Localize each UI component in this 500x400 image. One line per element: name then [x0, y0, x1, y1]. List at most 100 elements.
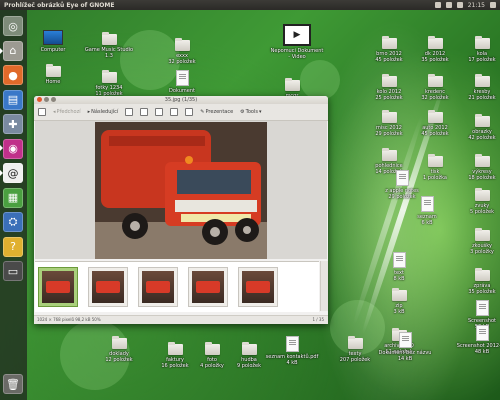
image-viewer-window: 35.jpg (1/35) ◂ Předchozí ▸ Následující ✎ P…	[34, 96, 328, 324]
ubuntu-help-button[interactable]: ?	[3, 236, 23, 257]
desktop-icon-home[interactable]: Home	[26, 64, 80, 85]
desktop-icon-label: dk 2012 35 položek	[421, 51, 449, 63]
next-button[interactable]: ▸ Následující	[86, 106, 121, 118]
desktop-icon-r6-a[interactable]: seznam 6 kB	[400, 196, 454, 226]
image-display-area[interactable]	[35, 121, 327, 259]
previous-button[interactable]: ◂ Předchozí	[51, 106, 83, 118]
network-icon[interactable]	[434, 2, 441, 8]
desktop-icon-exxx[interactable]: exxx 32 položek	[155, 38, 209, 65]
tools-button[interactable]: ⚙ Tools ▾	[238, 106, 263, 118]
dash-home-button[interactable]: ◎	[3, 16, 23, 36]
best-fit-button[interactable]	[153, 106, 165, 118]
rotate-right-button[interactable]	[183, 106, 195, 118]
running-app-indicator	[0, 170, 3, 176]
desktop-icon-computer[interactable]: Computer	[26, 30, 80, 53]
desktop-icon-r2-c[interactable]: kresby 21 položek	[455, 74, 500, 101]
maximize-button[interactable]	[51, 97, 56, 102]
computer-icon	[43, 30, 63, 45]
previous-label: Předchozí	[56, 109, 81, 115]
thumbnail[interactable]	[138, 267, 178, 307]
desktop-icon-r3-c[interactable]: obrazky 42 položek	[455, 114, 500, 141]
image-info: 1024 × 768 pixelů 98,2 kB 50%	[37, 317, 101, 322]
thumbnail-image	[92, 271, 124, 303]
gallery-toggle-button[interactable]	[36, 106, 48, 118]
window-titlebar[interactable]: 35.jpg (1/35)	[34, 96, 328, 104]
fit-icon	[155, 108, 164, 116]
thumbnail[interactable]	[238, 267, 278, 307]
desktop-icon-r5-c[interactable]: zvuky 5 položek	[455, 188, 500, 215]
document-icon	[398, 332, 412, 348]
settings-button[interactable]: ✚	[3, 114, 23, 134]
slideshow-label: Prezentace	[205, 109, 234, 115]
zoom-in-button[interactable]	[123, 106, 135, 118]
close-button[interactable]	[37, 97, 42, 102]
desktop-icon-r4-c[interactable]: výkresy 18 položek	[455, 154, 500, 181]
volume-icon[interactable]	[456, 2, 463, 8]
folder-icon	[474, 114, 490, 127]
rotate-right-icon	[185, 108, 194, 116]
slideshow-icon: ✎	[200, 109, 205, 115]
desktop-icon-label: Dokument bez názvu 14 kB	[378, 350, 432, 362]
eye-of-gnome-button[interactable]: ◉	[3, 138, 23, 159]
desktop-icon-label: auto 2012 45 položek	[421, 125, 449, 137]
workspace-switcher-button[interactable]: ▭	[3, 261, 23, 281]
libreoffice-calc-button[interactable]: ▦	[3, 187, 23, 208]
folder-icon	[381, 74, 397, 87]
document-icon	[285, 336, 299, 352]
desktop-icon-game-sc[interactable]: Game Music Studio 1.3	[82, 32, 136, 59]
desktop-icon-b7[interactable]: Dokument bez názvu 14 kB	[378, 332, 432, 362]
desktop-icon-doc-top[interactable]: Dokument	[155, 70, 209, 94]
rotate-left-button[interactable]	[168, 106, 180, 118]
folder-icon	[474, 74, 490, 87]
desktop-icon-r1-b[interactable]: dk 2012 35 položek	[408, 36, 462, 63]
zoom-out-button[interactable]	[138, 106, 150, 118]
desktop-icon-r2-b[interactable]: kredenc 32 položek	[408, 74, 462, 101]
system-tray: 21:15	[434, 0, 496, 10]
gallery-scrollbar[interactable]	[320, 261, 328, 311]
keyboard-icon[interactable]	[445, 2, 452, 8]
folder-icon	[174, 38, 190, 51]
trash-button[interactable]: 🗑	[3, 374, 23, 394]
viewer-toolbar: ◂ Předchozí ▸ Následující ✎ Prezentace ⚙ Too…	[34, 104, 328, 121]
thumbnail[interactable]	[88, 267, 128, 307]
desktop-icon-label: zip 3 kB	[393, 303, 405, 315]
home-folder-button[interactable]: ⌂	[3, 40, 23, 61]
folder-icon	[474, 228, 490, 241]
clock[interactable]: 21:15	[468, 2, 485, 9]
ubuntu-one-button[interactable]: @	[3, 163, 23, 183]
top-panel: Prohlížeč obrázků Eye of GNOME 21:15	[0, 0, 500, 10]
desktop-icon-label: exxx 32 položek	[168, 53, 196, 65]
desktop-icon-r3-b[interactable]: auto 2012 45 položek	[408, 110, 462, 137]
desktop-icon-r6-c[interactable]: zkoušky 3 položky	[455, 228, 500, 255]
thumbnail[interactable]	[38, 267, 78, 307]
desktop-icon-r1-c[interactable]: kola 17 položek	[455, 36, 500, 63]
desktop-icon-b1[interactable]: doklady 12 položek	[92, 336, 146, 363]
libreoffice-writer-button[interactable]: ▤	[3, 89, 23, 110]
desktop-icon-fotky[interactable]: fotky 1234 11 položek	[82, 70, 136, 97]
desktop-icon-b6[interactable]: texty 207 položek	[328, 336, 382, 363]
desktop-icon-movie[interactable]: ▶ Nepomuci Dokument - Video	[270, 24, 324, 60]
folder-icon	[474, 36, 490, 49]
minimize-button[interactable]	[44, 97, 49, 102]
desktop-icon-r8-a[interactable]: text 8 kB	[372, 252, 426, 282]
thumbnail-image	[192, 271, 224, 303]
desktop-icon-label: Computer	[40, 47, 66, 53]
desktop-icon-r8-b[interactable]: zip 3 kB	[372, 288, 426, 315]
active-window-title: Prohlížeč obrázků Eye of GNOME	[4, 1, 115, 9]
ubuntu-software-button[interactable]: ⛭	[3, 212, 23, 232]
libreoffice-writer-icon: ▤	[7, 93, 19, 106]
desktop-icon-label: kredenc 32 položek	[421, 89, 449, 101]
desktop-icon-label: zvuky 5 položek	[469, 203, 495, 215]
video-icon: ▶	[283, 24, 311, 46]
tools-label: Tools	[245, 109, 258, 115]
desktop-icon-r7-c[interactable]: zpráva 35 položek	[455, 268, 500, 295]
desktop-icon-r10-c[interactable]: Screenshot 2012-07 48 kB	[455, 325, 500, 355]
desktop-icon-label: text 8 kB	[393, 270, 405, 282]
slideshow-button[interactable]: ✎ Prezentace	[198, 106, 235, 118]
thumbnail[interactable]	[188, 267, 228, 307]
firefox-button[interactable]: ●	[3, 65, 23, 85]
desktop-icon-b5[interactable]: seznam kontaktů.pdf 4 kB	[265, 336, 319, 366]
red-truck-image	[95, 122, 267, 259]
thumbnail-gallery[interactable]	[35, 261, 319, 312]
session-gear-icon[interactable]	[490, 2, 496, 8]
